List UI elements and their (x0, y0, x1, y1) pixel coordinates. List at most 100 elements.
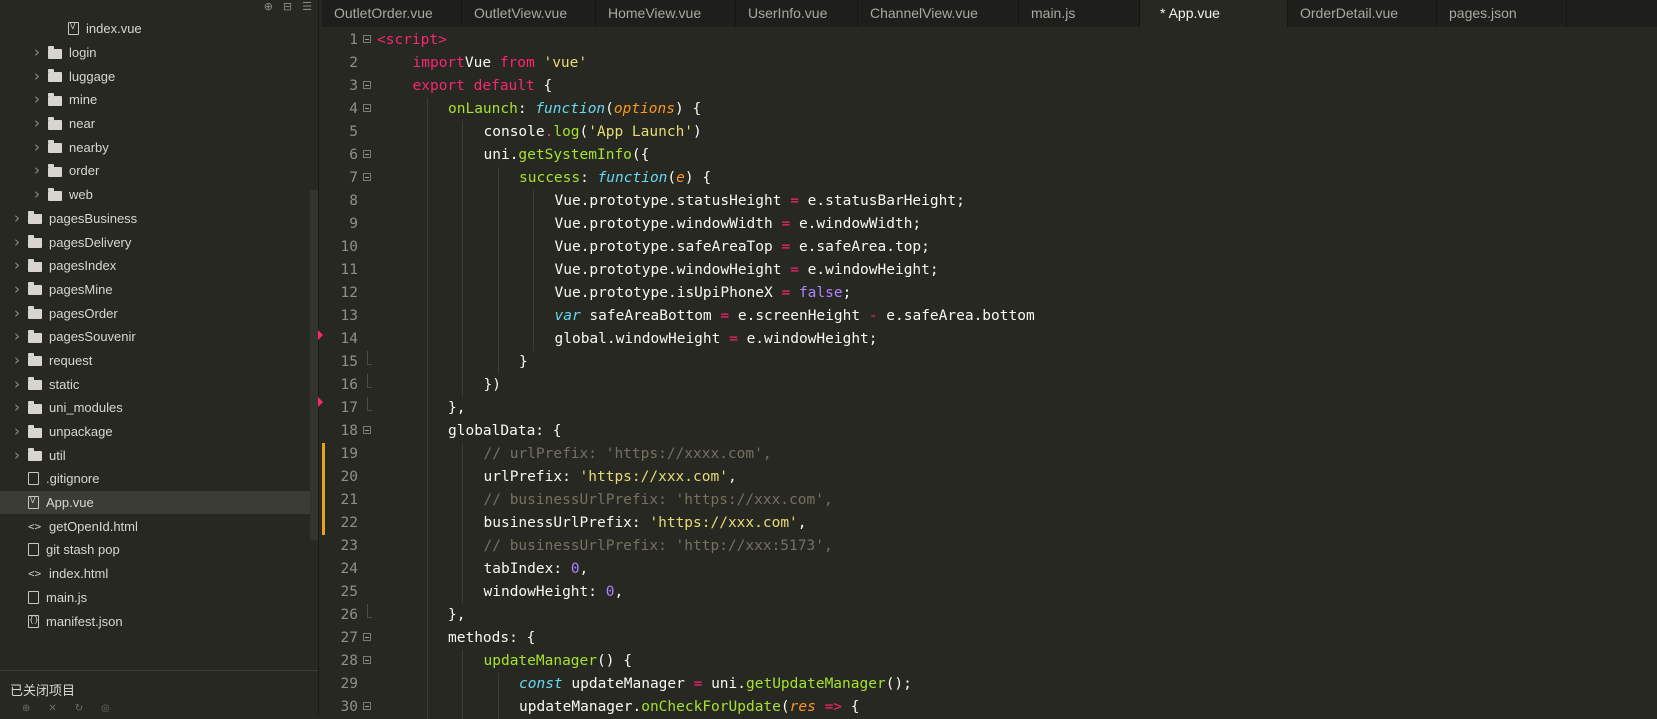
chevron-right-icon[interactable]: › (32, 45, 42, 60)
code-line[interactable]: 29 const updateManager = uni.getUpdateMan… (322, 673, 1657, 696)
tree-item-util[interactable]: › util (0, 443, 310, 467)
code-line[interactable]: 8 Vue.prototype.statusHeight = e.statusBa… (322, 190, 1657, 213)
tree-item-getopenid-html[interactable]: <> getOpenId.html (0, 514, 310, 538)
chevron-right-icon[interactable]: › (32, 116, 42, 131)
code-line[interactable]: 18 globalData: { (322, 420, 1657, 443)
tab-homeview-vue[interactable]: HomeView.vue (596, 0, 736, 27)
target-icon[interactable]: ⊕ (264, 0, 273, 14)
code-line[interactable]: 20 urlPrefix: 'https://xxx.com', (322, 466, 1657, 489)
chevron-right-icon[interactable]: › (32, 92, 42, 107)
code-line[interactable]: 30 updateManager.onCheckForUpdate(res => … (322, 696, 1657, 719)
tree-item-order[interactable]: › order (0, 159, 310, 183)
collapse-all-icon[interactable]: ⊟ (283, 0, 292, 14)
chevron-right-icon[interactable]: › (32, 68, 42, 84)
code-editor[interactable]: 1 <script> 2 importVue from 'vue' 3 export de… (322, 29, 1657, 719)
code-line[interactable]: 23 // businessUrlPrefix: 'http://xxx:5173… (322, 535, 1657, 558)
tab-main-js[interactable]: main.js (1019, 0, 1140, 27)
tree-item-pagesindex[interactable]: › pagesIndex (0, 254, 310, 278)
chevron-right-icon[interactable]: › (12, 305, 22, 321)
tree-item-login[interactable]: › login (0, 41, 310, 65)
tab-channelview-vue[interactable]: ChannelView.vue (858, 0, 1019, 27)
tree-item-near[interactable]: › near (0, 112, 310, 136)
tree-item-uni-modules[interactable]: › uni_modules (0, 396, 310, 420)
code-line[interactable]: 5 console.log('App Launch') (322, 121, 1657, 144)
chevron-right-icon[interactable]: › (32, 187, 42, 202)
globe-icon[interactable]: ◎ (101, 703, 110, 714)
delete-icon[interactable]: ✕ (48, 703, 56, 714)
code-line[interactable]: 10 Vue.prototype.safeAreaTop = e.safeArea… (322, 236, 1657, 259)
tab-pages-json[interactable]: pages.json (1437, 0, 1567, 27)
fold-toggle-icon[interactable] (363, 81, 371, 89)
tree-item-pagesorder[interactable]: › pagesOrder (0, 301, 310, 325)
code-line[interactable]: 14 global.windowHeight = e.windowHeight; (322, 328, 1657, 351)
code-line[interactable]: 4 onLaunch: function(options) { (322, 98, 1657, 121)
fold-toggle-icon[interactable] (363, 150, 371, 158)
fold-toggle-icon[interactable] (363, 426, 371, 434)
tree-item-main-js[interactable]: main.js (0, 586, 310, 610)
tree-item-pagesbusiness[interactable]: › pagesBusiness (0, 207, 310, 231)
tab-userinfo-vue[interactable]: UserInfo.vue (736, 0, 858, 27)
chevron-right-icon[interactable]: › (12, 281, 22, 297)
code-line[interactable]: 26}, (322, 604, 1657, 627)
fold-toggle-icon[interactable] (363, 35, 371, 43)
chevron-right-icon[interactable]: › (32, 163, 42, 178)
fold-toggle-icon[interactable] (363, 104, 371, 112)
code-line[interactable]: 21 // businessUrlPrefix: 'https://xxx.com… (322, 489, 1657, 512)
code-line[interactable]: 6 uni.getSystemInfo({ (322, 144, 1657, 167)
code-line[interactable]: 17}, (322, 397, 1657, 420)
code-line[interactable]: 22 businessUrlPrefix: 'https://xxx.com', (322, 512, 1657, 535)
tree-item-index-html[interactable]: <> index.html (0, 562, 310, 586)
tree-item-nearby[interactable]: › nearby (0, 135, 310, 159)
code-line[interactable]: 11 Vue.prototype.windowHeight = e.windowH… (322, 259, 1657, 282)
fold-toggle-icon[interactable] (363, 702, 371, 710)
refresh-icon[interactable]: ↻ (75, 703, 83, 714)
code-line[interactable]: 13 var safeAreaBottom = e.screenHeight - … (322, 305, 1657, 328)
code-line[interactable]: 9 Vue.prototype.windowWidth = e.windowWid… (322, 213, 1657, 236)
tree-item-manifest-json[interactable]: manifest.json (0, 609, 310, 633)
tree-item-web[interactable]: › web (0, 183, 310, 207)
chevron-right-icon[interactable]: › (12, 210, 22, 226)
menu-icon[interactable]: ☰ (302, 0, 312, 14)
fold-toggle-icon[interactable] (363, 633, 371, 641)
code-line[interactable]: 3 export default { (322, 75, 1657, 98)
explorer-scrollbar[interactable] (310, 190, 318, 540)
tree-item-luggage[interactable]: › luggage (0, 64, 310, 88)
tree-item-mine[interactable]: › mine (0, 88, 310, 112)
code-line[interactable]: 28 updateManager() { (322, 650, 1657, 673)
chevron-right-icon[interactable]: › (12, 424, 22, 439)
tree-item-unpackage[interactable]: › unpackage (0, 420, 310, 444)
add-icon[interactable]: ⊕ (22, 703, 30, 714)
code-line[interactable]: 15} (322, 351, 1657, 374)
code-line[interactable]: 19 // urlPrefix: 'https://xxxx.com', (322, 443, 1657, 466)
chevron-right-icon[interactable]: › (12, 329, 22, 344)
code-line[interactable]: 25 windowHeight: 0, (322, 581, 1657, 604)
tree-item-request[interactable]: › request (0, 349, 310, 373)
tree-item-git-stash-pop[interactable]: git stash pop (0, 538, 310, 562)
tree-item-pagessouvenir[interactable]: › pagesSouvenir (0, 325, 310, 349)
tree-item-index-vue[interactable]: index.vue (0, 17, 310, 41)
tab-app-vue[interactable]: * App.vue (1140, 0, 1288, 27)
tab-outletview-vue[interactable]: OutletView.vue (462, 0, 596, 27)
tab-outletorder-vue[interactable]: OutletOrder.vue (322, 0, 462, 27)
code-line[interactable]: 12 Vue.prototype.isUpiPhoneX = false; (322, 282, 1657, 305)
code-line[interactable]: 16}) (322, 374, 1657, 397)
chevron-right-icon[interactable]: › (12, 352, 22, 368)
code-line[interactable]: 2 importVue from 'vue' (322, 52, 1657, 75)
tree-item-static[interactable]: › static (0, 372, 310, 396)
tree-item-gitignore[interactable]: .gitignore (0, 467, 310, 491)
tree-item-app-vue[interactable]: App.vue (0, 490, 310, 515)
chevron-right-icon[interactable]: › (12, 258, 22, 273)
code-line[interactable]: 24 tabIndex: 0, (322, 558, 1657, 581)
closed-projects-title[interactable]: 已关闭项目 (10, 680, 75, 699)
fold-toggle-icon[interactable] (363, 173, 371, 181)
code-line[interactable]: 1 <script> (322, 29, 1657, 52)
tab-orderdetail-vue[interactable]: OrderDetail.vue (1288, 0, 1437, 27)
chevron-right-icon[interactable]: › (12, 447, 22, 463)
tree-item-pagesmine[interactable]: › pagesMine (0, 278, 310, 302)
fold-toggle-icon[interactable] (363, 656, 371, 664)
chevron-right-icon[interactable]: › (12, 400, 22, 415)
chevron-right-icon[interactable]: › (12, 376, 22, 392)
tree-item-pagesdelivery[interactable]: › pagesDelivery (0, 230, 310, 254)
chevron-right-icon[interactable]: › (32, 139, 42, 155)
chevron-right-icon[interactable]: › (12, 234, 22, 250)
